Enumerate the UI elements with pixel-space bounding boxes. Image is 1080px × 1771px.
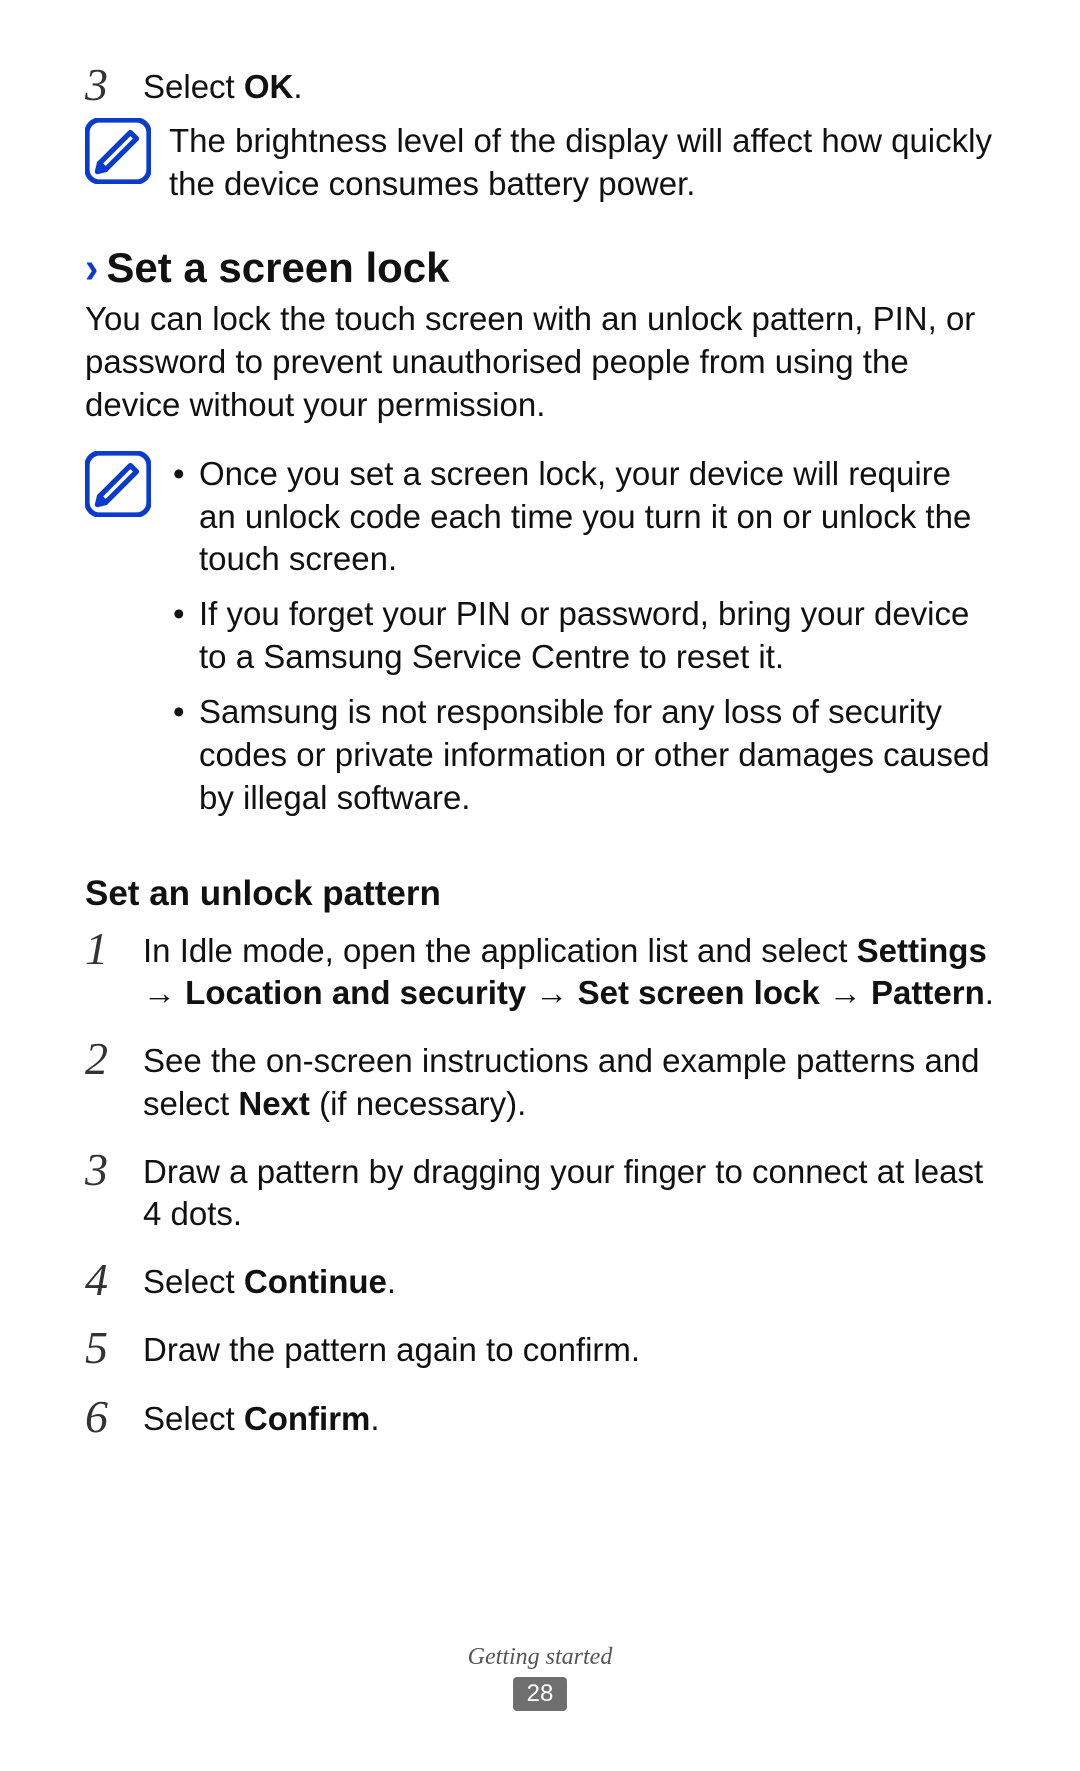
step-body: Draw the pattern again to confirm.: [143, 1323, 640, 1371]
step-row: 2 See the on-screen instructions and exa…: [85, 1034, 995, 1124]
section-heading-row: › Set a screen lock: [85, 244, 995, 292]
step-text-prefix: Select: [143, 68, 244, 105]
step-text: Select: [143, 1400, 244, 1437]
step-row: 5 Draw the pattern again to confirm.: [85, 1323, 995, 1371]
page-footer: Getting started 28: [0, 1644, 1080, 1711]
step-number: 4: [85, 1255, 143, 1303]
note-block-list: Once you set a screen lock, your device …: [85, 451, 995, 832]
step-post: (if necessary).: [310, 1085, 526, 1122]
step-number: 3: [85, 1145, 143, 1193]
step-row: 6 Select Confirm.: [85, 1392, 995, 1440]
note-icon: [85, 451, 151, 517]
step-post: .: [387, 1263, 396, 1300]
manual-page: 3 Select OK. The brightness level of the…: [0, 0, 1080, 1771]
step-body: See the on-screen instructions and examp…: [143, 1034, 995, 1124]
section-title: Set a screen lock: [106, 244, 449, 292]
step-bold: Confirm: [244, 1400, 371, 1437]
step-number: 6: [85, 1392, 143, 1440]
step-number: 5: [85, 1323, 143, 1371]
step-number: 2: [85, 1034, 143, 1082]
step-text: In Idle mode, open the application list …: [143, 932, 857, 969]
step-post: .: [370, 1400, 379, 1437]
step-body: Select Continue.: [143, 1255, 396, 1303]
step-row: 1 In Idle mode, open the application lis…: [85, 924, 995, 1014]
note-bullet-container: Once you set a screen lock, your device …: [169, 451, 995, 832]
step-body: In Idle mode, open the application list …: [143, 924, 995, 1014]
prev-step-row: 3 Select OK.: [85, 60, 995, 108]
step-text: Draw a pattern by dragging your finger t…: [143, 1153, 983, 1232]
steps-list: 1 In Idle mode, open the application lis…: [85, 924, 995, 1440]
step-row: 3 Draw a pattern by dragging your finger…: [85, 1145, 995, 1235]
step-text: Select: [143, 1263, 244, 1300]
note-text: The brightness level of the display will…: [169, 118, 995, 206]
note-bullet: If you forget your PIN or password, brin…: [169, 593, 995, 679]
note-bullet: Once you set a screen lock, your device …: [169, 453, 995, 582]
step-post: .: [985, 974, 994, 1011]
chevron-icon: ›: [85, 246, 98, 290]
step-body: Draw a pattern by dragging your finger t…: [143, 1145, 995, 1235]
step-row: 4 Select Continue.: [85, 1255, 995, 1303]
step-body: Select OK.: [143, 60, 303, 108]
step-text-bold: OK: [244, 68, 294, 105]
step-text: Draw the pattern again to confirm.: [143, 1331, 640, 1368]
note-bullet-list: Once you set a screen lock, your device …: [169, 453, 995, 820]
step-text-suffix: .: [293, 68, 302, 105]
note-icon: [85, 118, 151, 184]
step-number: 3: [85, 60, 143, 108]
note-bullet: Samsung is not responsible for any loss …: [169, 691, 995, 820]
footer-section-label: Getting started: [0, 1644, 1080, 1671]
page-number-badge: 28: [513, 1677, 568, 1711]
step-body: Select Confirm.: [143, 1392, 380, 1440]
note-block: The brightness level of the display will…: [85, 118, 995, 206]
sub-heading: Set an unlock pattern: [85, 874, 995, 914]
step-bold: Next: [238, 1085, 310, 1122]
section-intro: You can lock the touch screen with an un…: [85, 298, 995, 427]
step-number: 1: [85, 924, 143, 972]
step-bold: Continue: [244, 1263, 387, 1300]
